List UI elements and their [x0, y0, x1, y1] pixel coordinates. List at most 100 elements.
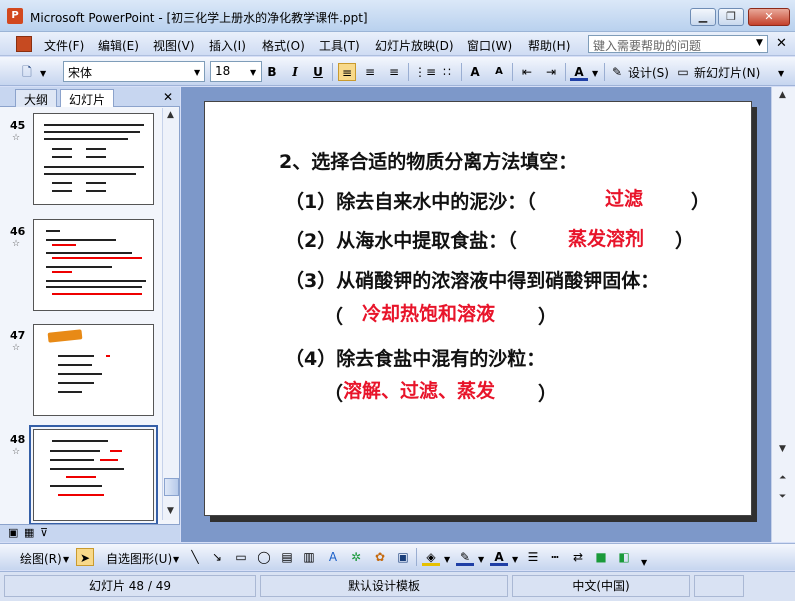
- 3d-style-icon[interactable]: ◧: [615, 548, 633, 566]
- slide-sorter-icon[interactable]: ▦: [24, 526, 34, 539]
- close-icon[interactable]: ✕: [163, 90, 173, 104]
- oval-icon[interactable]: ◯: [255, 548, 273, 566]
- document-icon[interactable]: [16, 36, 32, 52]
- diagram-icon[interactable]: ✲: [347, 548, 365, 566]
- slide-canvas[interactable]: 2、选择合适的物质分离方法填空： （1）除去自来水中的泥沙：（ 过滤 ） （2）…: [204, 101, 752, 516]
- menu-view[interactable]: 视图(V): [153, 37, 195, 54]
- menu-slideshow[interactable]: 幻灯片放映(D): [375, 37, 454, 54]
- chevron-down-icon[interactable]: ▼: [478, 555, 484, 564]
- font-color-icon[interactable]: A: [570, 63, 588, 81]
- align-center-icon[interactable]: ≡: [361, 63, 379, 81]
- select-pointer-icon[interactable]: ➤: [76, 548, 94, 566]
- chevron-down-icon[interactable]: ▼: [756, 38, 763, 48]
- answer-4[interactable]: 溶解、过滤、蒸发: [343, 376, 495, 403]
- close-button[interactable]: ✕: [748, 8, 790, 26]
- menu-edit[interactable]: 编辑(E): [98, 37, 139, 54]
- line-color-icon[interactable]: ✎: [456, 548, 474, 566]
- bullets-icon[interactable]: ∷: [438, 63, 456, 81]
- italic-button[interactable]: I: [286, 63, 304, 81]
- scrollbar-thumb[interactable]: [164, 478, 179, 496]
- design-template: 默认设计模板: [260, 575, 508, 597]
- new-slide-icon[interactable]: ▭: [674, 63, 692, 81]
- numbering-icon[interactable]: ⋮≡: [414, 63, 436, 81]
- answer-1[interactable]: 过滤: [605, 184, 643, 211]
- chevron-down-icon[interactable]: ▼: [512, 555, 518, 564]
- decrease-indent-icon[interactable]: ⇤: [518, 63, 536, 81]
- slide-thumbnail[interactable]: [33, 219, 154, 311]
- increase-indent-icon[interactable]: ⇥: [542, 63, 560, 81]
- chevron-down-icon[interactable]: ▼: [40, 69, 46, 78]
- chevron-down-icon[interactable]: ▼: [444, 555, 450, 564]
- maximize-button[interactable]: ❐: [718, 8, 744, 26]
- increase-font-icon[interactable]: A: [466, 63, 484, 81]
- toolbar-options-icon[interactable]: ▼: [778, 69, 784, 78]
- tab-outline[interactable]: 大纲: [15, 89, 58, 107]
- slide-thumbnail[interactable]: [33, 324, 154, 416]
- slide-thumbnail[interactable]: [33, 113, 154, 205]
- scroll-down-icon[interactable]: ▼: [167, 506, 174, 516]
- next-slide-icon[interactable]: ⏷: [779, 492, 786, 502]
- document-close-icon[interactable]: ✕: [776, 36, 787, 51]
- question-1[interactable]: （1）除去自来水中的泥沙：（: [285, 187, 536, 214]
- slide-scrollbar[interactable]: ▲ ▼ ⏶ ⏷: [771, 87, 795, 542]
- wordart-title: [47, 329, 83, 343]
- minimize-button[interactable]: ▁: [690, 8, 716, 26]
- powerpoint-icon[interactable]: P: [7, 8, 23, 24]
- menu-window[interactable]: 窗口(W): [467, 37, 512, 54]
- arrow-icon[interactable]: ↘: [208, 548, 226, 566]
- scroll-up-icon[interactable]: ▲: [779, 90, 786, 100]
- question-3[interactable]: （3）从硝酸钾的浓溶液中得到硝酸钾固体：: [285, 266, 659, 293]
- arrow-style-icon[interactable]: ⇄: [569, 548, 587, 566]
- menu-help[interactable]: 帮助(H): [528, 37, 570, 54]
- chevron-down-icon[interactable]: ▼: [173, 555, 179, 564]
- shadow-style-icon[interactable]: ■: [592, 548, 610, 566]
- answer-3[interactable]: 冷却热饱和溶液: [362, 299, 495, 326]
- new-slide-button[interactable]: 新幻灯片(N): [694, 64, 760, 81]
- new-document-icon[interactable]: 🗋: [18, 63, 36, 81]
- menu-insert[interactable]: 插入(I): [209, 37, 246, 54]
- slide-position: 幻灯片 48 / 49: [4, 575, 256, 597]
- bold-button[interactable]: B: [263, 63, 281, 81]
- draw-menu-button[interactable]: 绘图(R): [20, 550, 62, 567]
- line-style-icon[interactable]: ☰: [524, 548, 542, 566]
- underline-button[interactable]: U: [309, 63, 327, 81]
- textbox-icon[interactable]: ▤: [278, 548, 296, 566]
- clipart-icon[interactable]: ✿: [371, 548, 389, 566]
- line-icon[interactable]: ╲: [186, 548, 204, 566]
- answer-2[interactable]: 蒸发溶剂: [568, 224, 644, 251]
- decrease-font-icon[interactable]: A: [490, 63, 508, 81]
- font-color-icon[interactable]: A: [490, 548, 508, 566]
- scroll-up-icon[interactable]: ▲: [167, 110, 174, 120]
- wordart-icon[interactable]: A: [324, 548, 342, 566]
- chevron-down-icon[interactable]: ▼: [250, 68, 256, 77]
- design-icon[interactable]: ✎: [608, 63, 626, 81]
- align-right-icon[interactable]: ≡: [385, 63, 403, 81]
- chevron-down-icon[interactable]: ▼: [194, 68, 200, 77]
- menu-format[interactable]: 格式(O): [262, 37, 305, 54]
- fill-color-icon[interactable]: ◈: [422, 548, 440, 566]
- dash-style-icon[interactable]: ┅: [546, 548, 564, 566]
- chevron-down-icon[interactable]: ▼: [592, 69, 598, 78]
- menu-tools[interactable]: 工具(T): [319, 37, 360, 54]
- align-left-icon[interactable]: ≡: [338, 63, 356, 81]
- thumbnail-scrollbar[interactable]: ▲ ▼: [162, 108, 179, 520]
- rectangle-icon[interactable]: ▭: [232, 548, 250, 566]
- design-button[interactable]: 设计(S): [628, 64, 669, 81]
- slide-heading[interactable]: 2、选择合适的物质分离方法填空：: [279, 147, 577, 174]
- menu-file[interactable]: 文件(F): [44, 37, 84, 54]
- toolbar-options-icon[interactable]: ▼: [641, 558, 647, 567]
- slide-thumbnail-selected[interactable]: [29, 425, 158, 525]
- slideshow-icon[interactable]: ⊽: [40, 526, 48, 539]
- picture-icon[interactable]: ▣: [394, 548, 412, 566]
- tab-slides[interactable]: 幻灯片: [60, 89, 115, 107]
- normal-view-icon[interactable]: ▣: [8, 526, 18, 539]
- question-2[interactable]: （2）从海水中提取食盐：（: [285, 226, 517, 253]
- previous-slide-icon[interactable]: ⏶: [779, 473, 786, 483]
- chevron-down-icon[interactable]: ▼: [63, 555, 69, 564]
- scroll-down-icon[interactable]: ▼: [779, 444, 786, 454]
- question-4[interactable]: （4）除去食盐中混有的沙粒：: [285, 344, 545, 371]
- font-name-select[interactable]: 宋体: [63, 61, 205, 82]
- help-search-input[interactable]: 键入需要帮助的问题: [588, 35, 768, 53]
- autoshapes-button[interactable]: 自选图形(U): [106, 550, 172, 567]
- vertical-textbox-icon[interactable]: ▥: [300, 548, 318, 566]
